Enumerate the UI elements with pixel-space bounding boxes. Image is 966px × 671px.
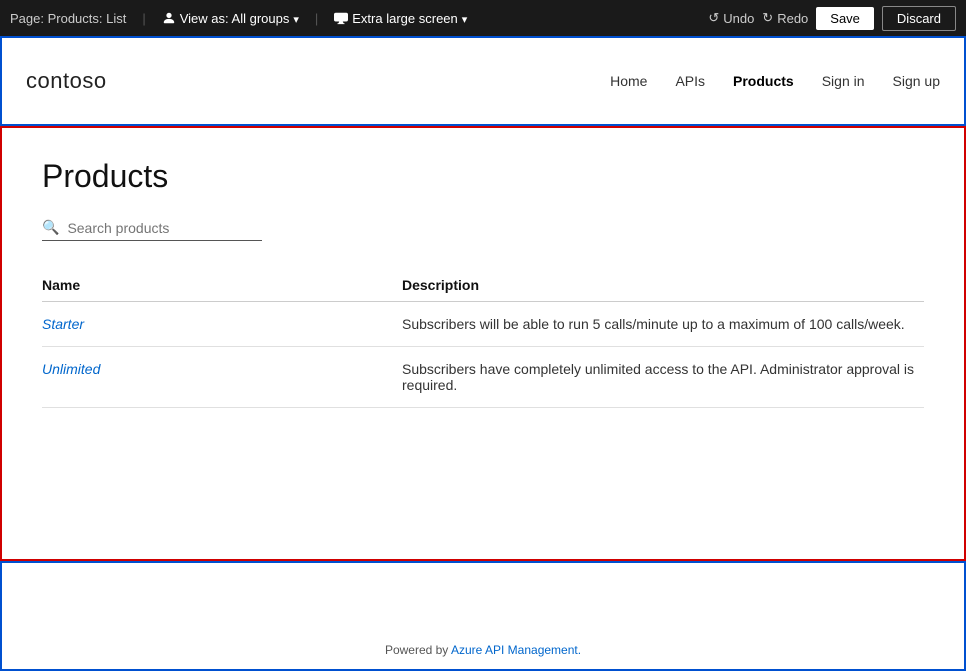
undo-label: Undo bbox=[723, 11, 754, 26]
product-name-starter: Starter bbox=[42, 302, 402, 347]
nav-products[interactable]: Products bbox=[733, 73, 794, 89]
product-desc-starter: Subscribers will be able to run 5 calls/… bbox=[402, 302, 924, 347]
search-input[interactable] bbox=[67, 220, 247, 236]
undo-button[interactable]: ↺ Undo bbox=[708, 10, 754, 26]
toolbar: Page: Products: List | View as: All grou… bbox=[0, 0, 966, 36]
search-box: 🔍 bbox=[42, 219, 262, 241]
page-title: Products bbox=[42, 158, 924, 195]
view-as-label: View as: All groups bbox=[180, 11, 290, 26]
toolbar-left: Page: Products: List | View as: All grou… bbox=[10, 11, 692, 26]
product-desc-unlimited: Subscribers have completely unlimited ac… bbox=[402, 347, 924, 408]
nav-home[interactable]: Home bbox=[610, 73, 647, 89]
products-table: Name Description Starter Subscribers wil… bbox=[42, 269, 924, 408]
discard-button[interactable]: Discard bbox=[882, 6, 956, 31]
separator-2: | bbox=[315, 11, 318, 26]
header-section: contoso Home APIs Products Sign in Sign … bbox=[0, 36, 966, 126]
redo-icon: ↻ bbox=[762, 10, 773, 26]
table-row: Starter Subscribers will be able to run … bbox=[42, 302, 924, 347]
footer-link[interactable]: Azure API Management. bbox=[451, 643, 581, 657]
col-name: Name bbox=[42, 269, 402, 302]
product-link-unlimited[interactable]: Unlimited bbox=[42, 361, 100, 377]
nav: Home APIs Products Sign in Sign up bbox=[610, 73, 940, 89]
undo-icon: ↺ bbox=[708, 10, 719, 26]
content-section: Products 🔍 Name Description Starter Subs… bbox=[0, 126, 966, 561]
logo: contoso bbox=[26, 68, 107, 94]
screen-chevron-icon bbox=[462, 11, 468, 26]
product-name-unlimited: Unlimited bbox=[42, 347, 402, 408]
footer-section: Powered by Azure API Management. bbox=[0, 561, 966, 671]
product-link-starter[interactable]: Starter bbox=[42, 316, 84, 332]
screen-label: Extra large screen bbox=[352, 11, 458, 26]
view-as-selector[interactable]: View as: All groups bbox=[162, 11, 299, 26]
page-label: Page: Products: List bbox=[10, 11, 126, 26]
nav-signup[interactable]: Sign up bbox=[893, 73, 940, 89]
page-wrapper: contoso Home APIs Products Sign in Sign … bbox=[0, 36, 966, 671]
monitor-icon bbox=[334, 11, 348, 25]
separator-1: | bbox=[142, 11, 145, 26]
redo-label: Redo bbox=[777, 11, 808, 26]
table-row: Unlimited Subscribers have completely un… bbox=[42, 347, 924, 408]
footer-text: Powered by Azure API Management. bbox=[385, 643, 581, 657]
search-icon: 🔍 bbox=[42, 219, 59, 236]
screen-size-selector[interactable]: Extra large screen bbox=[334, 11, 467, 26]
footer-powered-by: Powered by bbox=[385, 643, 451, 657]
toolbar-right: ↺ Undo ↻ Redo Save Discard bbox=[708, 6, 956, 31]
col-description: Description bbox=[402, 269, 924, 302]
nav-signin[interactable]: Sign in bbox=[822, 73, 865, 89]
users-icon bbox=[162, 11, 176, 25]
view-chevron-icon bbox=[293, 11, 299, 26]
redo-button[interactable]: ↻ Redo bbox=[762, 10, 808, 26]
table-header-row: Name Description bbox=[42, 269, 924, 302]
nav-apis[interactable]: APIs bbox=[675, 73, 705, 89]
save-button[interactable]: Save bbox=[816, 7, 874, 30]
